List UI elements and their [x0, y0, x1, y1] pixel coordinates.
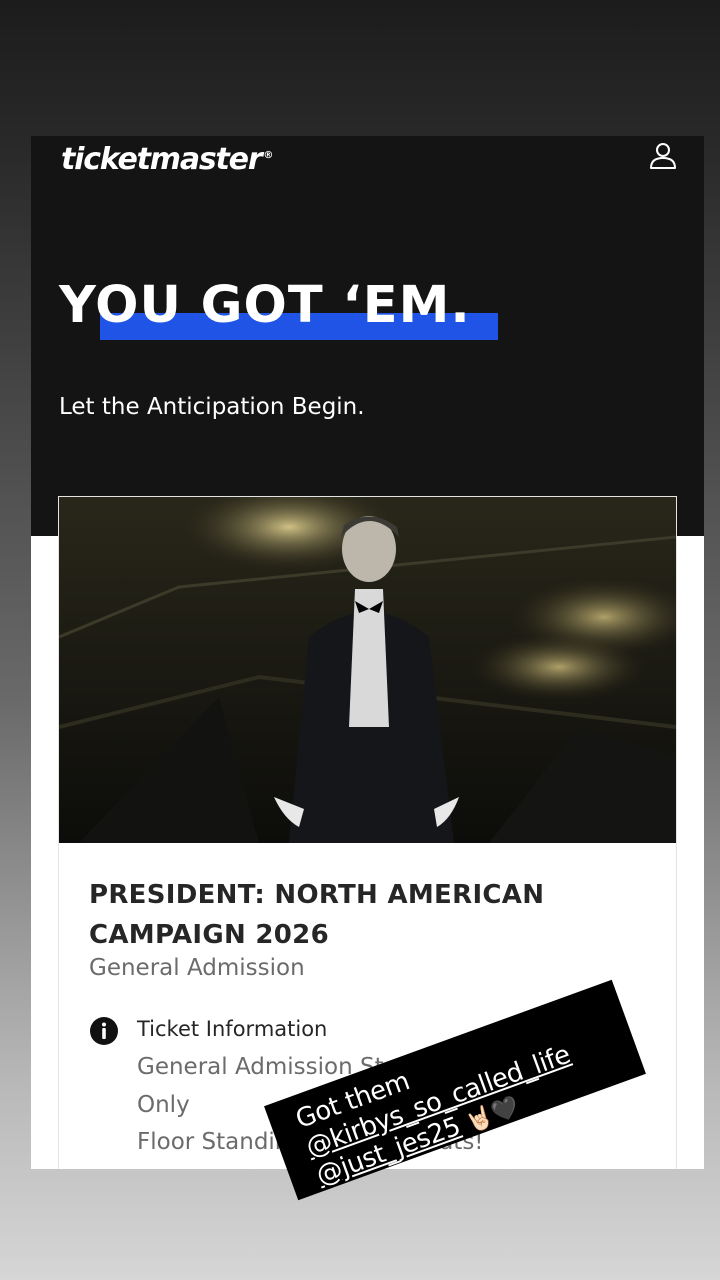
event-title[interactable]: PRESIDENT: NORTH AMERICAN CAMPAIGN 2026	[89, 875, 649, 955]
event-photo	[59, 497, 676, 843]
event-title-line2: CAMPAIGN 2026	[89, 920, 329, 950]
registered-mark: ®	[263, 150, 273, 161]
event-title-line1: PRESIDENT: NORTH AMERICAN	[89, 880, 545, 910]
logo-text: ticketmaster	[61, 142, 263, 177]
admission-type: General Admission	[89, 955, 305, 981]
page-subtitle: Let the Anticipation Begin.	[59, 394, 365, 420]
ticketmaster-logo[interactable]: ticketmaster ®	[61, 142, 273, 177]
ticket-info-heading: Ticket Information	[137, 1017, 328, 1041]
headline-block: YOU GOT ‘EM.	[59, 276, 498, 340]
person-icon[interactable]	[647, 140, 679, 172]
page-title: YOU GOT ‘EM.	[59, 276, 471, 335]
info-icon	[90, 1017, 118, 1045]
